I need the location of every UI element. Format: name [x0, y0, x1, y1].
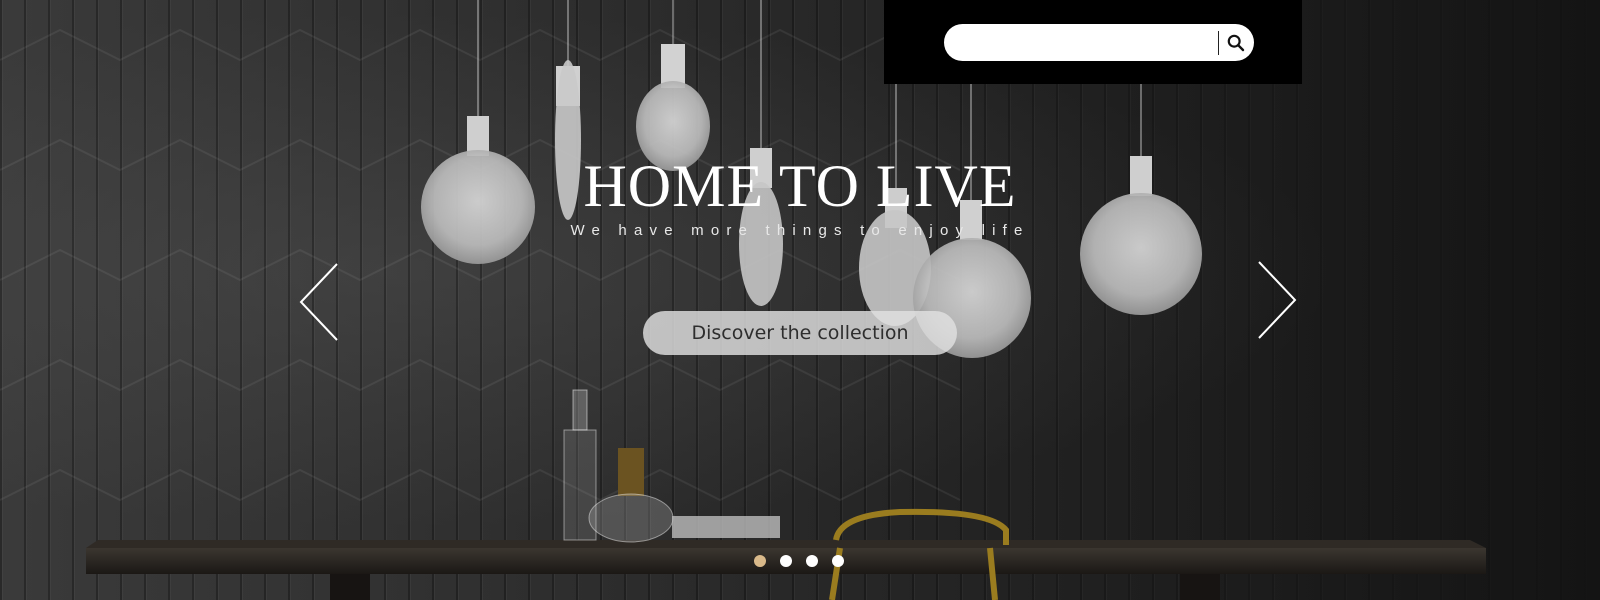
- search-button[interactable]: [1219, 24, 1253, 61]
- search-icon: [1227, 34, 1245, 51]
- chevron-right-icon: [1258, 261, 1297, 339]
- discover-collection-button[interactable]: Discover the collection: [643, 311, 957, 355]
- carousel-dot[interactable]: [754, 555, 766, 567]
- carousel-dot[interactable]: [832, 555, 844, 567]
- next-slide-button[interactable]: [1256, 260, 1298, 344]
- carousel-dot[interactable]: [806, 555, 818, 567]
- search-input[interactable]: [962, 27, 1218, 58]
- hero-subtitle: We have more things to enjoy life: [570, 222, 1030, 239]
- hero-title: HOME TO LIVE: [583, 153, 1017, 219]
- dining-table: [86, 540, 1486, 600]
- hero-background-image: [0, 0, 1486, 600]
- carousel-indicators: [754, 555, 844, 567]
- search-panel: [884, 0, 1302, 84]
- previous-slide-button[interactable]: [298, 262, 340, 346]
- carousel-dot[interactable]: [780, 555, 792, 567]
- table-decor: [563, 389, 780, 543]
- hero-banner: HOME TO LIVE We have more things to enjo…: [0, 0, 1600, 600]
- search-bar: [944, 24, 1254, 61]
- chevron-left-icon: [299, 263, 338, 341]
